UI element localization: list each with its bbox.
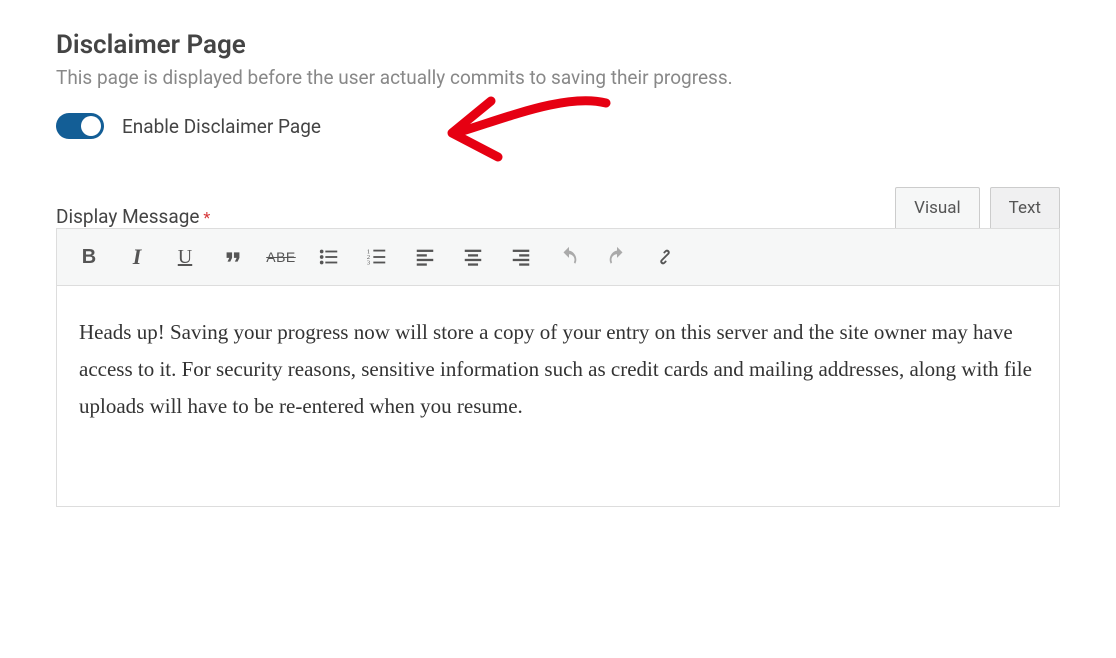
- underline-button[interactable]: U: [161, 235, 209, 279]
- undo-button[interactable]: [545, 235, 593, 279]
- undo-icon: [558, 246, 580, 268]
- numbered-list-icon: 123: [366, 246, 388, 268]
- tab-visual[interactable]: Visual: [895, 187, 979, 228]
- display-message-label: Display Message: [56, 205, 199, 228]
- editor-toolbar: B I U ABE 123: [57, 229, 1059, 286]
- section-description: This page is displayed before the user a…: [56, 66, 1060, 89]
- display-message-field-row: Display Message * Visual Text: [56, 187, 1060, 228]
- redo-icon: [606, 246, 628, 268]
- svg-text:3: 3: [367, 259, 370, 266]
- align-right-button[interactable]: [497, 235, 545, 279]
- tab-text[interactable]: Text: [990, 187, 1060, 228]
- quote-icon: [222, 246, 244, 268]
- link-button[interactable]: [641, 235, 689, 279]
- editor-tabs: Visual Text: [895, 187, 1060, 228]
- strikethrough-button[interactable]: ABE: [257, 235, 305, 279]
- annotation-arrow-icon: [436, 83, 626, 183]
- bold-button[interactable]: B: [65, 235, 113, 279]
- enable-disclaimer-toggle[interactable]: [56, 113, 104, 139]
- align-center-button[interactable]: [449, 235, 497, 279]
- enable-toggle-label: Enable Disclaimer Page: [122, 115, 321, 138]
- required-indicator: *: [203, 208, 210, 227]
- bullet-list-icon: [318, 246, 340, 268]
- redo-button[interactable]: [593, 235, 641, 279]
- align-left-button[interactable]: [401, 235, 449, 279]
- numbered-list-button[interactable]: 123: [353, 235, 401, 279]
- align-center-icon: [462, 246, 484, 268]
- rich-text-editor: B I U ABE 123 Heads up! Saving: [56, 228, 1060, 507]
- bullet-list-button[interactable]: [305, 235, 353, 279]
- align-left-icon: [414, 246, 436, 268]
- italic-button[interactable]: I: [113, 235, 161, 279]
- align-right-icon: [510, 246, 532, 268]
- section-title: Disclaimer Page: [56, 30, 1060, 60]
- editor-content-area[interactable]: Heads up! Saving your progress now will …: [57, 286, 1059, 506]
- toggle-knob: [81, 116, 101, 136]
- enable-toggle-row: Enable Disclaimer Page: [56, 113, 1060, 139]
- blockquote-button[interactable]: [209, 235, 257, 279]
- link-icon: [654, 246, 676, 268]
